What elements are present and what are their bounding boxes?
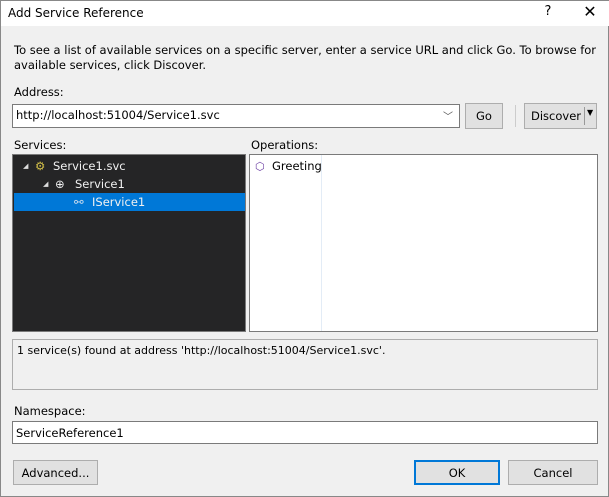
interface-icon: ⚯ [74,195,84,209]
split-divider [584,107,585,125]
namespace-input[interactable] [12,421,598,444]
operations-label: Operations: [251,138,319,152]
dropdown-arrow-icon[interactable]: ▼ [587,108,593,117]
service-file-icon: ⚙ [35,159,46,173]
column-divider [321,155,322,331]
close-button[interactable]: ✕ [581,2,599,21]
ok-button[interactable]: OK [414,460,500,485]
tree-item-label: IService1 [92,195,146,209]
operations-list[interactable]: ⬡ Greeting [249,154,598,332]
go-button[interactable]: Go [465,103,503,129]
tree-item-label: Service1.svc [53,159,126,173]
instructions-text: To see a list of available services on a… [14,43,597,72]
chevron-down-icon[interactable]: ﹀ [443,108,453,123]
namespace-label: Namespace: [14,404,86,418]
address-combobox[interactable]: ﹀ [12,104,460,128]
help-button[interactable]: ? [541,4,555,19]
discover-label: Discover [531,109,582,123]
discover-button[interactable]: Discover ▼ [524,103,597,129]
expand-icon[interactable]: ◢ [43,180,55,188]
status-box: 1 service(s) found at address 'http://lo… [12,339,598,390]
method-icon: ⬡ [255,159,265,173]
services-tree[interactable]: ◢ ⚙ Service1.svc ◢ ⊕ Service1 ⚯ IService… [12,154,246,332]
advanced-button[interactable]: Advanced... [13,460,98,485]
window-title: Add Service Reference [8,6,144,20]
services-label: Services: [14,138,67,152]
cancel-button[interactable]: Cancel [508,460,598,485]
tree-item-service[interactable]: ◢ ⊕ Service1 [43,175,125,193]
tree-item-label: Service1 [75,177,125,191]
tree-item-interface[interactable]: ⚯ IService1 [14,193,245,211]
tree-item-service-file[interactable]: ◢ ⚙ Service1.svc [23,157,126,175]
operation-item[interactable]: ⬡ Greeting [255,157,322,175]
expand-icon[interactable]: ◢ [23,162,35,170]
address-input[interactable] [16,108,436,122]
address-label: Address: [14,85,64,99]
globe-icon: ⊕ [55,177,65,191]
operation-label: Greeting [272,159,322,173]
toolbar-separator [515,105,516,127]
